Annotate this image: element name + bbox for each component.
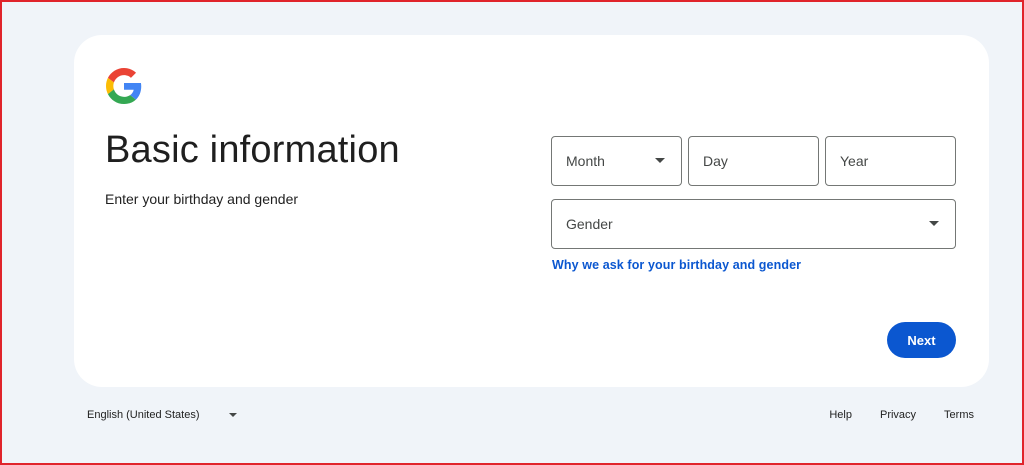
month-placeholder: Month	[566, 153, 605, 169]
caret-down-icon	[228, 413, 237, 417]
next-button[interactable]: Next	[887, 322, 956, 358]
gender-placeholder: Gender	[566, 216, 613, 232]
year-input[interactable]: Year	[825, 136, 956, 186]
page-subtitle: Enter your birthday and gender	[105, 191, 299, 207]
signup-card: Basic information Enter your birthday an…	[74, 35, 989, 387]
google-logo-icon	[106, 68, 142, 104]
language-label: English (United States)	[87, 409, 200, 421]
terms-link[interactable]: Terms	[944, 409, 974, 421]
caret-down-icon	[655, 158, 665, 163]
day-input[interactable]: Day	[688, 136, 819, 186]
privacy-link[interactable]: Privacy	[880, 409, 916, 421]
year-placeholder: Year	[840, 153, 869, 169]
footer-links: Help Privacy Terms	[829, 409, 974, 421]
help-link[interactable]: Help	[829, 409, 852, 421]
page-title: Basic information	[105, 129, 400, 171]
gender-select[interactable]: Gender	[551, 199, 956, 249]
language-select[interactable]: English (United States)	[87, 409, 237, 421]
day-placeholder: Day	[703, 153, 728, 169]
month-select[interactable]: Month	[551, 136, 682, 186]
why-we-ask-link[interactable]: Why we ask for your birthday and gender	[552, 258, 801, 272]
caret-down-icon	[929, 221, 939, 226]
